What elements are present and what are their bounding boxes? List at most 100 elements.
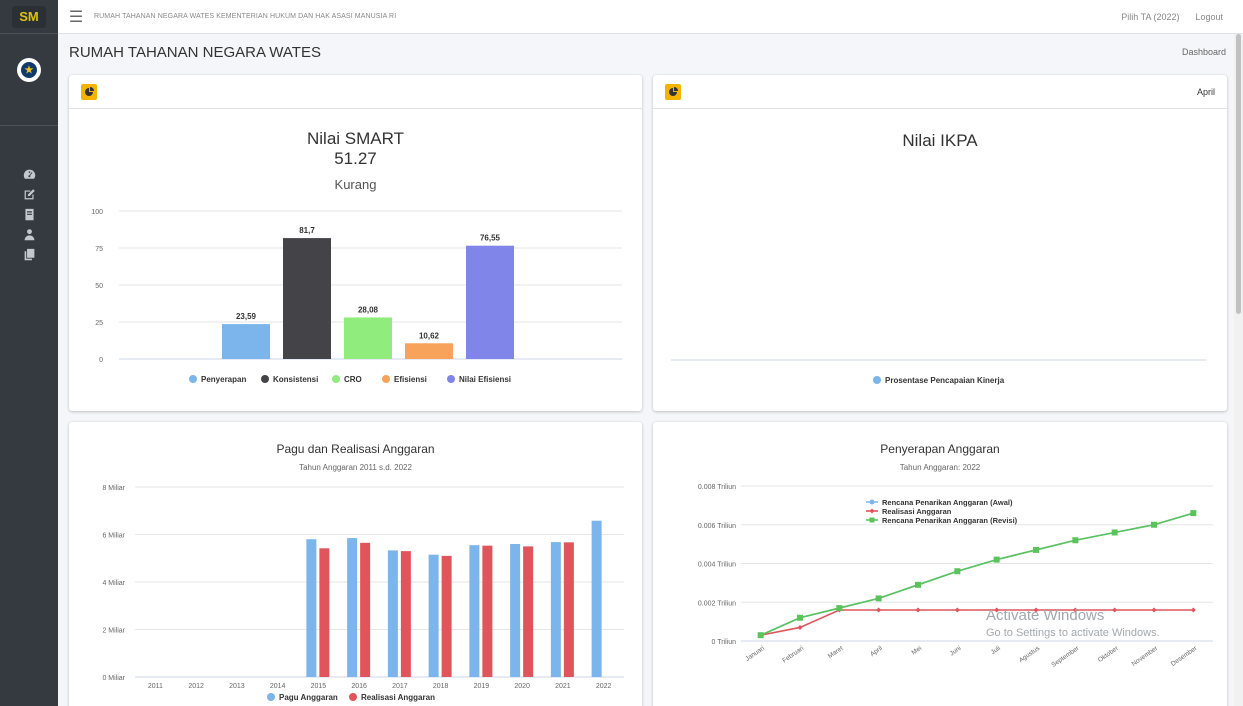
series-point xyxy=(1151,607,1157,613)
y-tick-label: 6 Miliar xyxy=(102,533,125,540)
legend-label: Pagu Anggaran xyxy=(279,693,338,702)
bar xyxy=(466,245,514,359)
logout-link[interactable]: Logout xyxy=(1195,12,1223,22)
legend-marker xyxy=(189,375,197,383)
sidebar-nav xyxy=(0,126,58,264)
scrollbar-thumb[interactable] xyxy=(1236,34,1241,314)
series-line xyxy=(760,609,1194,636)
y-tick-label: 0.004 Triliun xyxy=(698,562,736,569)
brand-logo[interactable]: SM xyxy=(12,5,46,28)
smart-score: 51.27 xyxy=(334,149,377,168)
x-tick-label: 2015 xyxy=(311,683,327,690)
legend-label: Realisasi Anggaran xyxy=(882,507,952,516)
series-point xyxy=(1112,607,1118,613)
data-label: 10,62 xyxy=(419,331,440,340)
bar xyxy=(482,545,493,677)
chart-pie-icon[interactable] xyxy=(81,83,97,100)
y-tick-label: 0 Triliun xyxy=(711,639,736,646)
y-tick-label: 4 Miliar xyxy=(102,580,125,587)
x-tick-label: Maret xyxy=(827,645,845,660)
smart-title: Nilai SMART xyxy=(307,129,404,148)
bar xyxy=(283,238,331,359)
fiscal-year-select[interactable]: Pilih TA (2022) xyxy=(1121,12,1179,22)
bar xyxy=(550,542,561,677)
top-right: Pilih TA (2022) Logout xyxy=(1121,12,1243,22)
y-tick-label: 50 xyxy=(95,283,103,290)
x-tick-label: Desember xyxy=(1170,644,1199,667)
penyerapan-title: Penyerapan Anggaran xyxy=(880,442,1000,456)
legend-label: Prosentase Pencapaian Kinerja xyxy=(885,376,1005,385)
x-tick-label: Oktober xyxy=(1097,644,1121,663)
pagu-card: Pagu dan Realisasi Anggaran Tahun Anggar… xyxy=(69,422,642,706)
legend-label: Nilai Efisiensi xyxy=(459,375,511,384)
x-tick-label: 2011 xyxy=(148,683,163,690)
bar xyxy=(469,545,480,677)
legend-marker xyxy=(332,375,340,383)
ikpa-card: April Nilai IKPA Prosentase Pencapaian K… xyxy=(653,75,1227,411)
x-tick-label: April xyxy=(869,645,884,659)
bar xyxy=(405,343,453,359)
series-point xyxy=(994,607,1000,613)
x-tick-label: 2017 xyxy=(392,683,408,690)
brand[interactable]: SM xyxy=(0,0,58,34)
series-point xyxy=(1190,510,1197,517)
topbar: ☰ RUMAH TAHANAN NEGARA WATES KEMENTERIAN… xyxy=(58,0,1243,34)
series-point xyxy=(876,607,882,613)
hamburger-icon[interactable]: ☰ xyxy=(58,7,94,27)
series-point xyxy=(757,632,764,639)
legend-label: Rencana Penarikan Anggaran (Revisi) xyxy=(882,516,1018,525)
smart-category: Kurang xyxy=(334,177,377,192)
series-point xyxy=(954,607,960,613)
x-tick-label: 2019 xyxy=(474,683,490,690)
bar xyxy=(319,548,330,677)
scrollbar[interactable] xyxy=(1234,34,1243,706)
bar xyxy=(428,554,439,677)
legend-marker xyxy=(267,693,275,701)
bar xyxy=(563,542,574,677)
chart-pie-icon[interactable] xyxy=(665,83,681,100)
x-tick-label: 2012 xyxy=(188,683,204,690)
pagu-title: Pagu dan Realisasi Anggaran xyxy=(276,442,435,456)
series-point xyxy=(1190,607,1196,613)
avatar[interactable]: ★ xyxy=(17,58,41,82)
bar xyxy=(222,324,270,359)
series-point xyxy=(915,581,921,588)
bar xyxy=(347,538,358,677)
content-header: RUMAH TAHANAN NEGARA WATES Dashboard xyxy=(58,34,1234,70)
legend-marker xyxy=(349,693,357,701)
sidebar-item-edit[interactable] xyxy=(0,184,58,204)
x-tick-label: Mei xyxy=(911,645,924,657)
data-label: 28,08 xyxy=(358,305,379,314)
data-label: 76,55 xyxy=(480,234,501,243)
sidebar-item-book[interactable] xyxy=(0,204,58,224)
sidebar-item-user[interactable] xyxy=(0,224,58,244)
sidebar-item-copy[interactable] xyxy=(0,244,58,264)
series-point xyxy=(1033,607,1039,613)
emblem-icon: ★ xyxy=(21,62,37,78)
copy-icon xyxy=(24,248,34,260)
legend-marker xyxy=(873,376,881,384)
y-tick-label: 0 xyxy=(99,357,103,364)
x-tick-label: 2021 xyxy=(555,683,571,690)
series-point xyxy=(993,556,1000,563)
y-tick-label: 2 Miliar xyxy=(102,628,125,635)
x-tick-label: Januari xyxy=(744,645,765,663)
x-tick-label: 2020 xyxy=(514,683,530,690)
series-point xyxy=(1151,521,1157,528)
ikpa-title: Nilai IKPA xyxy=(902,131,978,150)
user-panel: ★ xyxy=(0,34,58,126)
y-tick-label: 8 Miliar xyxy=(102,485,125,492)
y-tick-label: 100 xyxy=(91,209,103,216)
penyerapan-card: Penyerapan Anggaran Tahun Anggaran: 2022… xyxy=(653,422,1227,706)
sidebar: SM ★ xyxy=(0,0,58,706)
series-point xyxy=(875,595,882,602)
breadcrumb[interactable]: Dashboard xyxy=(1182,47,1226,57)
bar xyxy=(510,544,521,677)
user-icon xyxy=(24,228,34,240)
data-label: 81,7 xyxy=(299,226,315,235)
y-tick-label: 0 Miliar xyxy=(102,675,125,682)
series-point xyxy=(1072,607,1078,613)
sidebar-item-dashboard[interactable] xyxy=(0,164,58,184)
top-title: RUMAH TAHANAN NEGARA WATES KEMENTERIAN H… xyxy=(94,13,397,20)
x-tick-label: 2018 xyxy=(433,683,449,690)
